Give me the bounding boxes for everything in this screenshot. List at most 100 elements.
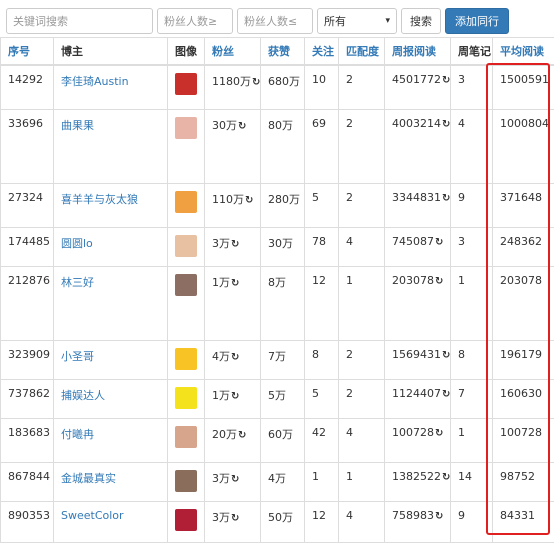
col-header-match[interactable]: 匹配度	[338, 37, 385, 66]
row-weekly-read-cell: 745087↻	[384, 226, 451, 267]
fans-min-input[interactable]: 粉丝人数≥	[157, 8, 233, 34]
row-blogger-cell: 李佳琦Austin	[53, 64, 168, 110]
row-weekly-notes: 14	[450, 461, 493, 502]
row-match: 2	[338, 378, 385, 419]
table-row: 890353 SweetColor 3万↻ 50万 12 4 758983↻ 9 84331	[0, 500, 554, 543]
blogger-link[interactable]: 金城最真实	[61, 472, 116, 485]
row-id: 737862	[0, 378, 54, 419]
refresh-icon[interactable]: ↻	[442, 350, 450, 361]
row-weekly-read: 203078	[392, 273, 434, 287]
row-blogger-cell: 金城最真实	[53, 461, 168, 502]
table-row: 27324 喜羊羊与灰太狼 110万↻ 280万 5 2 3344831↻ 9 371648	[0, 182, 554, 228]
avatar[interactable]	[175, 273, 197, 296]
col-header-following[interactable]: 关注	[304, 37, 339, 66]
row-weekly-read: 3344831	[392, 190, 441, 204]
blogger-link[interactable]: 喜羊羊与灰太狼	[61, 193, 138, 206]
refresh-icon[interactable]: ↻	[245, 195, 253, 206]
row-weekly-notes: 4	[450, 108, 493, 184]
row-avg-read: 1000804	[492, 108, 554, 184]
row-avatar-cell	[167, 500, 205, 543]
avatar[interactable]	[175, 469, 197, 492]
refresh-icon[interactable]: ↻	[238, 430, 246, 441]
row-blogger-cell: 小圣哥	[53, 339, 168, 380]
refresh-icon[interactable]: ↻	[231, 474, 239, 485]
keyword-search-input[interactable]: 关键词搜索	[6, 8, 153, 34]
avatar[interactable]	[175, 425, 197, 448]
blogger-link[interactable]: 李佳琦Austin	[61, 75, 129, 88]
refresh-icon[interactable]: ↻	[252, 77, 260, 88]
row-following: 5	[304, 378, 339, 419]
blogger-link[interactable]: 付曦冉	[61, 428, 94, 441]
refresh-icon[interactable]: ↻	[238, 121, 246, 132]
row-weekly-read: 4003214	[392, 116, 441, 130]
col-header-likes[interactable]: 获赞	[260, 37, 305, 66]
row-weekly-notes: 8	[450, 339, 493, 380]
row-weekly-read-cell: 1382522↻	[384, 461, 451, 502]
row-id: 33696	[0, 108, 54, 184]
row-likes: 60万	[260, 417, 305, 463]
row-following: 8	[304, 339, 339, 380]
col-header-id[interactable]: 序号	[0, 37, 54, 66]
col-header-weekly-read[interactable]: 周报阅读	[384, 37, 451, 66]
blogger-link[interactable]: SweetColor	[61, 509, 124, 522]
table-row: 14292 李佳琦Austin 1180万↻ 680万 10 2 4501772↻ 3 1500…	[0, 64, 554, 110]
avatar[interactable]	[175, 234, 197, 257]
refresh-icon[interactable]: ↻	[442, 119, 450, 130]
row-avatar-cell	[167, 182, 205, 228]
blogger-link[interactable]: 捕娱达人	[61, 389, 105, 402]
refresh-icon[interactable]: ↻	[231, 391, 239, 402]
col-header-fans[interactable]: 粉丝	[204, 37, 261, 66]
filter-select[interactable]: 所有 ▾	[317, 8, 397, 34]
row-avg-read: 248362	[492, 226, 554, 267]
refresh-icon[interactable]: ↻	[231, 352, 239, 363]
table-row: 867844 金城最真实 3万↻ 4万 1 1 1382522↻ 14 98752	[0, 461, 554, 502]
row-weekly-notes: 9	[450, 500, 493, 543]
avatar[interactable]	[175, 190, 197, 213]
avatar[interactable]	[175, 508, 197, 531]
blogger-link[interactable]: 小圣哥	[61, 350, 94, 363]
row-fans-cell: 110万↻	[204, 182, 261, 228]
row-following: 69	[304, 108, 339, 184]
avatar[interactable]	[175, 116, 197, 139]
row-weekly-read-cell: 4003214↻	[384, 108, 451, 184]
row-avatar-cell	[167, 417, 205, 463]
blogger-link[interactable]: 圆圆lo	[61, 237, 93, 250]
avatar[interactable]	[175, 386, 197, 409]
row-blogger-cell: 喜羊羊与灰太狼	[53, 182, 168, 228]
refresh-icon[interactable]: ↻	[231, 278, 239, 289]
refresh-icon[interactable]: ↻	[442, 389, 450, 400]
refresh-icon[interactable]: ↻	[435, 428, 443, 439]
avatar[interactable]	[175, 73, 197, 95]
avatar[interactable]	[175, 347, 197, 370]
row-fans-cell: 3万↻	[204, 226, 261, 267]
refresh-icon[interactable]: ↻	[442, 75, 450, 86]
fans-max-input[interactable]: 粉丝人数≤	[237, 8, 313, 34]
row-fans-cell: 4万↻	[204, 339, 261, 380]
blogger-link[interactable]: 曲果果	[61, 119, 94, 132]
row-likes: 30万	[260, 226, 305, 267]
toolbar: 关键词搜索 粉丝人数≥ 粉丝人数≤ 所有 ▾ 搜索 添加同行	[0, 0, 554, 36]
search-button[interactable]: 搜索	[401, 8, 441, 34]
refresh-icon[interactable]: ↻	[435, 276, 443, 287]
row-weekly-notes: 1	[450, 265, 493, 341]
table-header-row: 序号 博主 图像 粉丝 获赞 关注 匹配度 周报阅读 周笔记 平均阅读	[0, 37, 554, 66]
row-avatar-cell	[167, 461, 205, 502]
row-id: 174485	[0, 226, 54, 267]
row-following: 10	[304, 64, 339, 110]
blogger-link[interactable]: 林三好	[61, 276, 94, 289]
col-header-avg-read[interactable]: 平均阅读	[492, 37, 554, 66]
row-avg-read: 160630	[492, 378, 554, 419]
refresh-icon[interactable]: ↻	[231, 513, 239, 524]
refresh-icon[interactable]: ↻	[435, 511, 443, 522]
row-weekly-read-cell: 4501772↻	[384, 64, 451, 110]
refresh-icon[interactable]: ↻	[442, 472, 450, 483]
refresh-icon[interactable]: ↻	[442, 193, 450, 204]
refresh-icon[interactable]: ↻	[231, 239, 239, 250]
add-peer-button[interactable]: 添加同行	[445, 8, 509, 34]
row-weekly-read: 100728	[392, 425, 434, 439]
row-avatar-cell	[167, 226, 205, 267]
refresh-icon[interactable]: ↻	[435, 237, 443, 248]
row-following: 5	[304, 182, 339, 228]
row-likes: 7万	[260, 339, 305, 380]
row-fans: 1万	[212, 388, 230, 402]
